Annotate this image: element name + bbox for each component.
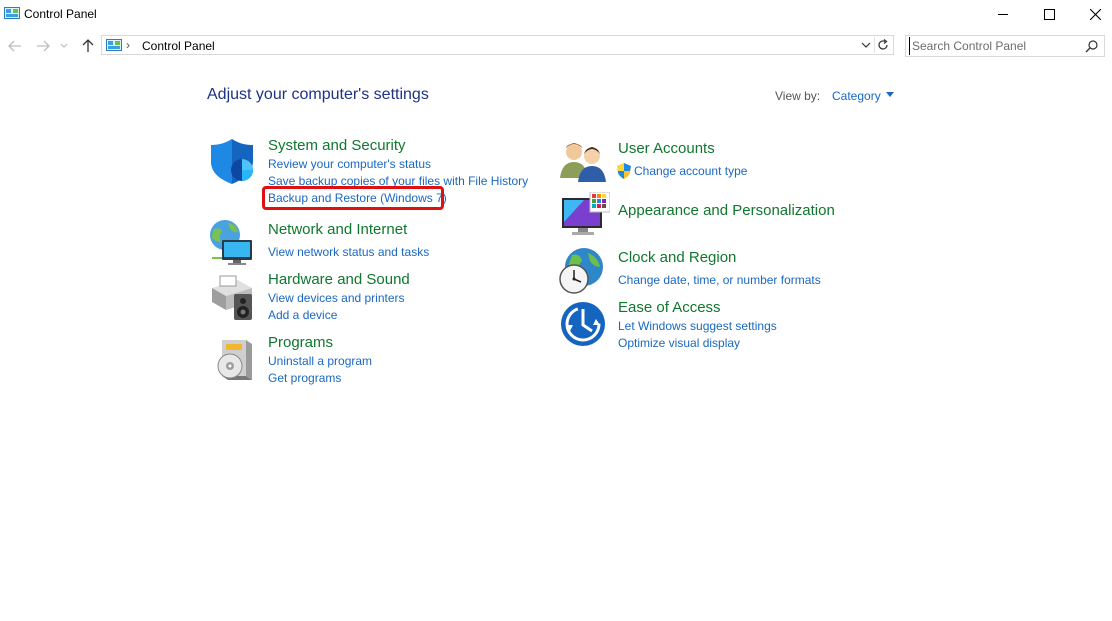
refresh-icon: [878, 39, 888, 50]
view-by-label: View by:: [775, 89, 821, 103]
up-button[interactable]: [79, 37, 97, 55]
uac-shield-icon: [617, 163, 631, 179]
network-globe-icon[interactable]: [208, 218, 256, 266]
minimize-icon: [998, 14, 1008, 15]
control-panel-icon: [106, 39, 122, 51]
search-input[interactable]: [909, 37, 1084, 55]
address-dropdown-button[interactable]: [859, 38, 873, 52]
view-by-value[interactable]: Category: [832, 89, 881, 103]
navigation-bar: › Control Panel: [0, 33, 1112, 59]
chevron-down-icon: [60, 43, 68, 48]
clock-globe-icon[interactable]: [558, 247, 606, 295]
link-view-network-status[interactable]: View network status and tasks: [268, 245, 429, 259]
recent-locations-button[interactable]: [58, 37, 70, 55]
shield-icon[interactable]: [208, 137, 256, 185]
category-title-ease-of-access[interactable]: Ease of Access: [618, 299, 721, 316]
highlight-box: [262, 186, 444, 210]
address-bar[interactable]: › Control Panel: [101, 35, 894, 55]
ease-of-access-icon[interactable]: [560, 301, 606, 347]
monitor-palette-icon[interactable]: [560, 192, 610, 238]
link-add-a-device[interactable]: Add a device: [268, 308, 337, 322]
view-by-dropdown[interactable]: Category: [832, 89, 894, 103]
arrow-right-icon: [37, 40, 50, 52]
arrow-up-icon: [82, 39, 94, 52]
arrow-left-icon: [8, 40, 21, 52]
link-uninstall-a-program[interactable]: Uninstall a program: [268, 354, 372, 368]
close-button[interactable]: [1072, 0, 1112, 28]
minimize-button[interactable]: [980, 0, 1026, 28]
maximize-icon: [1043, 8, 1055, 20]
link-view-devices-and-printers[interactable]: View devices and printers: [268, 291, 405, 305]
link-change-date-time-formats[interactable]: Change date, time, or number formats: [618, 273, 821, 287]
category-title-clock-and-region[interactable]: Clock and Region: [618, 249, 736, 266]
category-title-appearance-and-personalization[interactable]: Appearance and Personalization: [618, 202, 835, 219]
link-let-windows-suggest-settings[interactable]: Let Windows suggest settings: [618, 319, 777, 333]
programs-box-icon[interactable]: [212, 336, 256, 384]
search-box[interactable]: [905, 35, 1105, 57]
link-review-computer-status[interactable]: Review your computer's status: [268, 157, 431, 171]
forward-button[interactable]: [34, 37, 52, 55]
window-title: Control Panel: [24, 7, 97, 21]
title-bar: Control Panel: [0, 0, 1112, 30]
category-title-hardware-and-sound[interactable]: Hardware and Sound: [268, 271, 410, 288]
link-change-account-type[interactable]: Change account type: [634, 164, 747, 178]
breadcrumb-control-panel[interactable]: Control Panel: [142, 39, 215, 53]
link-get-programs[interactable]: Get programs: [268, 371, 341, 385]
caret-down-icon: [885, 92, 894, 98]
category-title-user-accounts[interactable]: User Accounts: [618, 140, 715, 157]
category-title-network-and-internet[interactable]: Network and Internet: [268, 221, 407, 238]
maximize-button[interactable]: [1026, 0, 1072, 28]
link-optimize-visual-display[interactable]: Optimize visual display: [618, 336, 740, 350]
back-button[interactable]: [6, 37, 24, 55]
chevron-down-icon: [861, 42, 871, 48]
close-icon: [1089, 8, 1101, 20]
category-title-system-and-security[interactable]: System and Security: [268, 137, 406, 154]
users-icon[interactable]: [560, 140, 608, 182]
search-icon[interactable]: [1085, 40, 1098, 53]
refresh-button[interactable]: [874, 37, 891, 53]
page-heading: Adjust your computer's settings: [207, 86, 429, 103]
category-title-programs[interactable]: Programs: [268, 334, 333, 351]
breadcrumb-separator-icon[interactable]: ›: [126, 38, 130, 52]
printer-speaker-icon[interactable]: [208, 270, 256, 322]
control-panel-icon: [4, 7, 20, 19]
